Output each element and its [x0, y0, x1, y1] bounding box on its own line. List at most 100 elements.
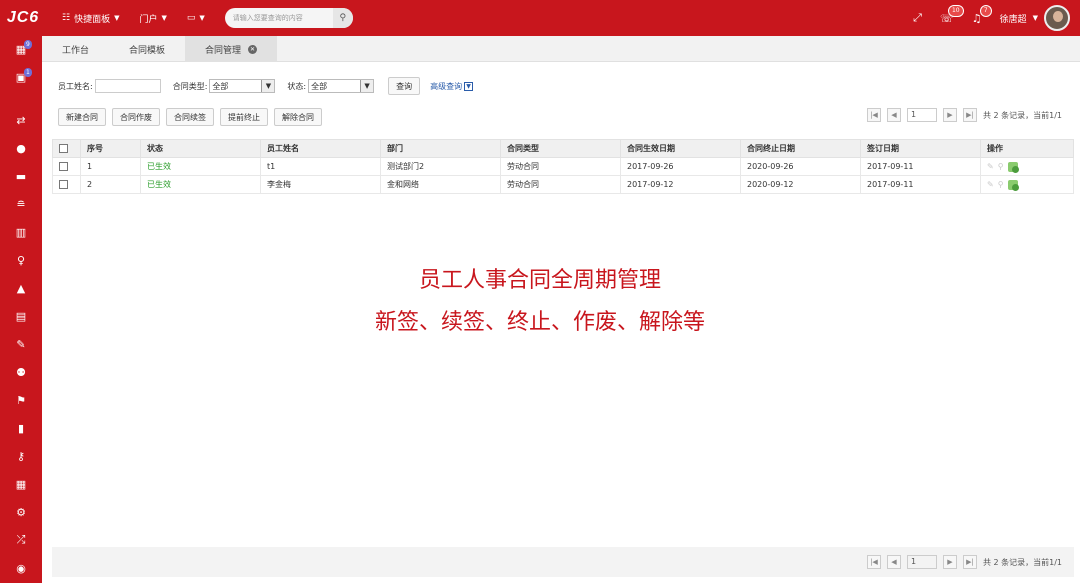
- sidebar-edit-icon[interactable]: ✎: [0, 333, 42, 355]
- tab-workbench[interactable]: 工作台: [42, 36, 109, 62]
- select-value: 全部: [212, 81, 229, 91]
- search-input[interactable]: 请输入您要查询的内容: [233, 13, 333, 23]
- sidebar-calendar-icon[interactable]: ▦: [0, 473, 42, 495]
- view-icon[interactable]: ⚲: [998, 180, 1004, 189]
- advanced-query-link[interactable]: 高级查询 ▼: [430, 81, 474, 92]
- sidebar-apps-icon[interactable]: ▦ 9: [0, 38, 42, 60]
- quick-panel-label: 快捷面板: [74, 14, 111, 25]
- page-input[interactable]: 1: [906, 108, 937, 122]
- sidebar-book-icon[interactable]: ▥: [0, 221, 42, 243]
- col-header[interactable]: 合同终止日期: [740, 139, 861, 158]
- edit-icon[interactable]: ✎: [987, 162, 994, 171]
- display-menu[interactable]: ▭ ▼: [179, 0, 213, 36]
- pager-summary: 共 2 条记录，当前1/1: [982, 110, 1062, 120]
- page-input[interactable]: 1: [906, 555, 937, 569]
- sidebar-flag-icon[interactable]: ⚑: [0, 389, 42, 411]
- department-cell: 测试部门2: [380, 157, 501, 176]
- status-label: 状态:: [287, 81, 307, 91]
- sidebar-group-icon[interactable]: ⚉: [0, 361, 42, 383]
- col-header[interactable]: 状态: [140, 139, 261, 158]
- row-checkbox[interactable]: [59, 162, 68, 171]
- edit-icon[interactable]: ✎: [987, 180, 994, 189]
- sidebar-desktop-icon[interactable]: ▣ 1: [0, 66, 42, 88]
- sidebar-user-icon[interactable]: ●: [0, 137, 42, 159]
- prev-page-icon[interactable]: ◀: [886, 108, 901, 122]
- contract-type-cell: 劳动合同: [500, 157, 621, 176]
- next-page-icon[interactable]: ▶: [942, 108, 957, 122]
- tab-contract-template[interactable]: 合同模板: [109, 36, 185, 62]
- col-header[interactable]: 员工姓名: [260, 139, 381, 158]
- dissolve-contract-button[interactable]: 解除合同: [274, 108, 322, 126]
- table-row[interactable]: 1 已生效 t1 测试部门2 劳动合同 2017-09-26 2020-09-2…: [52, 157, 1074, 176]
- caret-down-icon: ▼: [1032, 14, 1038, 22]
- portal-menu[interactable]: 门户 ▼: [131, 0, 174, 36]
- bell-icon[interactable]: ♫ 7: [972, 4, 992, 25]
- portal-label: 门户: [139, 14, 158, 25]
- query-button[interactable]: 查询: [388, 77, 421, 95]
- sidebar-key-icon[interactable]: ⚷: [0, 445, 42, 467]
- user-name: 徐唐超: [999, 14, 1027, 25]
- prev-page-icon[interactable]: ◀: [886, 555, 901, 569]
- top-bar: JC6 ☷ 快捷面板 ▼ 门户 ▼ ▭ ▼ 请输入您要查询的内容 ⚲ ⤢ ☏ 10…: [0, 0, 1080, 36]
- first-page-icon[interactable]: |◀: [866, 555, 881, 569]
- view-icon[interactable]: ⚲: [998, 162, 1004, 171]
- col-header[interactable]: 序号: [80, 139, 141, 158]
- tab-label: 工作台: [62, 45, 90, 56]
- sidebar-badge: 1: [24, 68, 32, 77]
- tab-contract-management[interactable]: 合同管理 ✕: [185, 36, 278, 62]
- terminate-early-button[interactable]: 提前终止: [220, 108, 268, 126]
- row-index: 2: [80, 175, 141, 194]
- action-toolbar: 新建合同 合同作废 合同续签 提前终止 解除合同: [58, 108, 322, 126]
- sidebar-gear-icon[interactable]: ⚙: [0, 501, 42, 523]
- search-icon[interactable]: ⚲: [332, 8, 353, 28]
- tab-label: 合同模板: [129, 45, 166, 56]
- employee-name-cell: t1: [260, 157, 381, 176]
- caption-subtitle: 新签、续签、终止、作废、解除等: [374, 310, 705, 335]
- close-icon[interactable]: ✕: [248, 44, 258, 54]
- chevron-down-icon: ▼: [360, 80, 374, 92]
- pager-summary: 共 2 条记录，当前1/1: [982, 557, 1062, 567]
- sidebar-briefcase-icon[interactable]: ≘: [0, 193, 42, 215]
- start-date-cell: 2017-09-12: [620, 175, 741, 194]
- row-index: 1: [80, 157, 141, 176]
- select-all-checkbox[interactable]: [59, 144, 68, 153]
- last-page-icon[interactable]: ▶|: [962, 108, 977, 122]
- sign-date-cell: 2017-09-11: [860, 175, 981, 194]
- grid-icon: ☷: [62, 13, 71, 23]
- quick-panel-menu[interactable]: ☷ 快捷面板 ▼: [54, 0, 127, 36]
- caret-down-icon: ▼: [199, 14, 205, 22]
- avatar[interactable]: [1044, 5, 1070, 31]
- expand-icon[interactable]: ⤢: [913, 11, 922, 25]
- search-box[interactable]: 请输入您要查询的内容 ⚲: [224, 8, 353, 28]
- document-icon[interactable]: [1007, 161, 1019, 173]
- next-page-icon[interactable]: ▶: [942, 555, 957, 569]
- sidebar-chat-icon[interactable]: ▬: [0, 165, 42, 187]
- sidebar-chart-icon[interactable]: ▮: [0, 417, 42, 439]
- sidebar-eye-icon[interactable]: ◉: [0, 557, 42, 579]
- table-header-row: 序号 状态 员工姓名 部门 合同类型 合同生效日期 合同终止日期 签订日期 操作: [52, 139, 1074, 158]
- employee-name-input[interactable]: [94, 79, 161, 93]
- tab-bar: 工作台 合同模板 合同管理 ✕: [42, 36, 1080, 62]
- user-menu[interactable]: 徐唐超 ▼: [1000, 5, 1070, 31]
- col-header[interactable]: 合同类型: [500, 139, 621, 158]
- row-checkbox[interactable]: [59, 180, 68, 189]
- chevron-down-icon: ▼: [464, 81, 474, 91]
- sidebar-exchange-icon[interactable]: ⇄: [0, 109, 42, 131]
- contract-type-select[interactable]: 全部 ▼: [209, 79, 276, 93]
- new-contract-button[interactable]: 新建合同: [58, 108, 106, 126]
- message-icon[interactable]: ☏ 10: [940, 4, 964, 25]
- filter-bar: 员工姓名: 合同类型: 全部 ▼ 状态: 全部 ▼ 查询 高级查询 ▼: [58, 77, 474, 95]
- col-header[interactable]: 合同生效日期: [620, 139, 741, 158]
- status-select[interactable]: 全部 ▼: [308, 79, 375, 93]
- col-header[interactable]: 部门: [380, 139, 501, 158]
- employee-name-cell: 李金梅: [260, 175, 381, 194]
- sidebar-shuffle-icon[interactable]: ⤮: [0, 529, 42, 551]
- document-icon[interactable]: [1007, 179, 1019, 191]
- renew-contract-button[interactable]: 合同续签: [166, 108, 214, 126]
- first-page-icon[interactable]: |◀: [866, 108, 881, 122]
- last-page-icon[interactable]: ▶|: [962, 555, 977, 569]
- col-header[interactable]: 签订日期: [860, 139, 981, 158]
- void-contract-button[interactable]: 合同作废: [112, 108, 160, 126]
- table-row[interactable]: 2 已生效 李金梅 金和网络 劳动合同 2017-09-12 2020-09-1…: [52, 175, 1074, 194]
- select-value: 全部: [311, 81, 328, 91]
